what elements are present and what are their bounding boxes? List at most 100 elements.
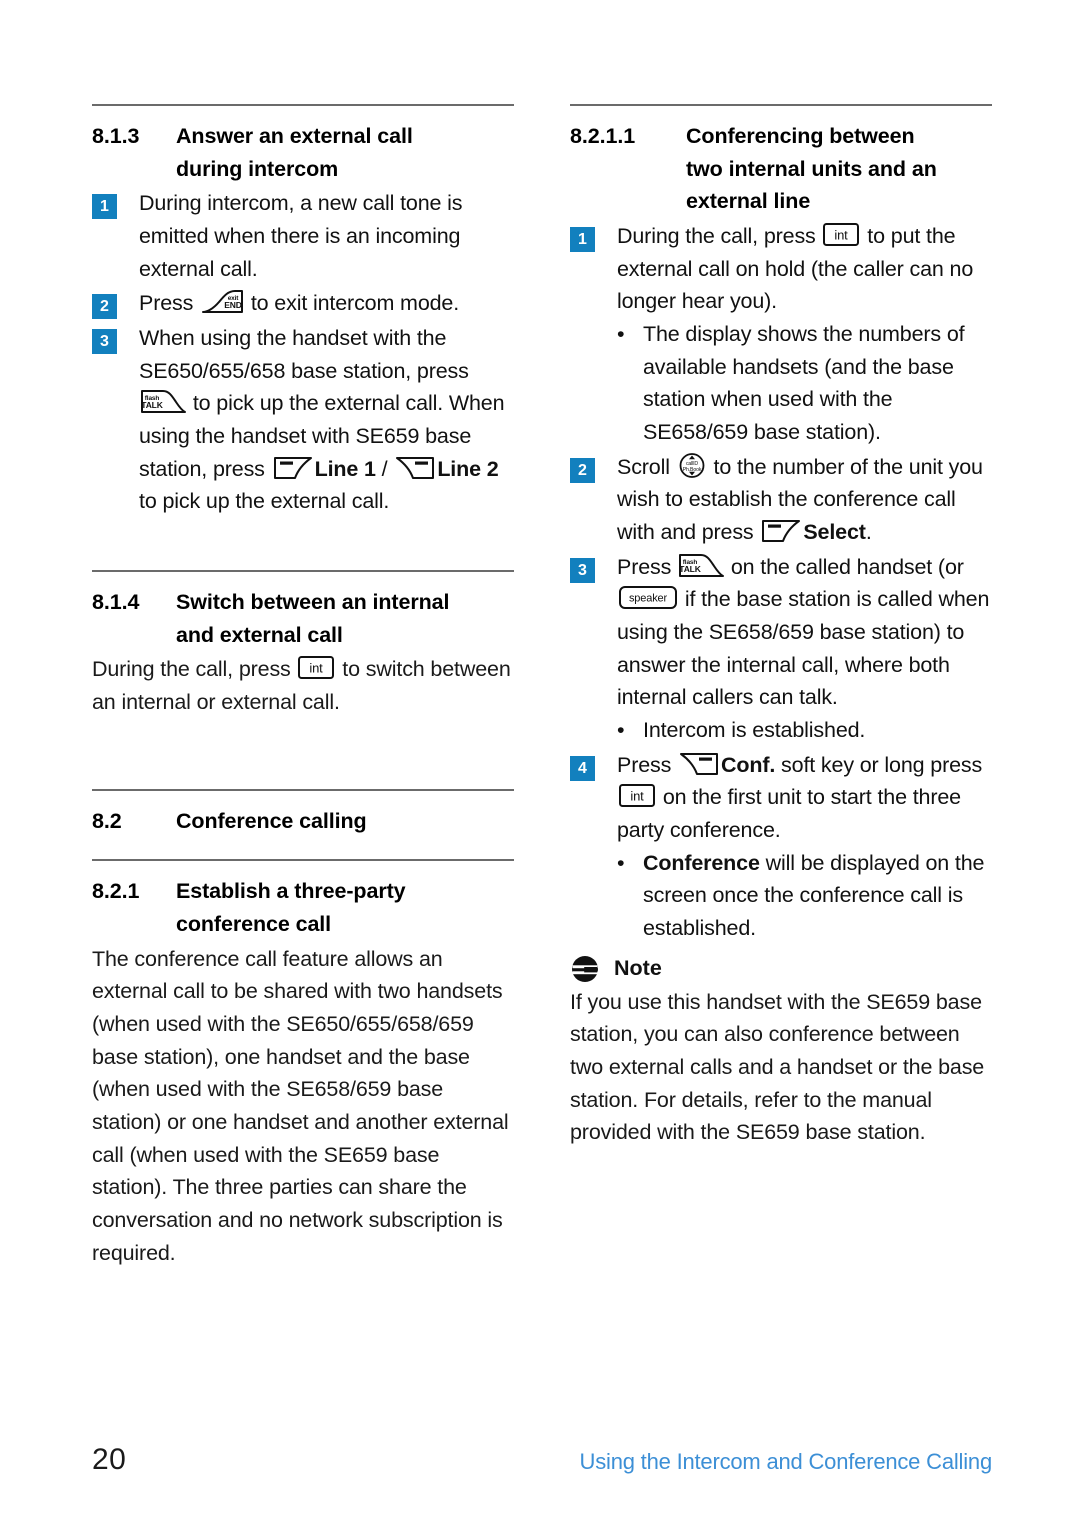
bullet-item: • Conference will be displayed on the sc…: [617, 847, 992, 945]
soft-key-label-line2: Line 2: [437, 456, 499, 481]
step-text-part-1: When using the handset with the SE650/65…: [139, 326, 469, 383]
step-text-mid: on the called handset (or: [725, 554, 964, 579]
heading-text: Answer an external call during intercom: [176, 120, 514, 185]
step-text-pre: Press: [139, 291, 200, 316]
svg-text:speaker: speaker: [629, 593, 668, 605]
step-item: 2 Scroll callID Ph.Book to the number of …: [570, 451, 992, 549]
bullet-dot: •: [617, 850, 625, 875]
heading-line-1: Establish a three-party: [176, 879, 406, 904]
step-item: 4 Press Conf. soft key or long press int…: [570, 749, 992, 847]
heading-line-1: Answer an external call: [176, 124, 413, 148]
svg-text:END: END: [224, 300, 242, 310]
int-key-icon: int: [821, 220, 861, 248]
paragraph-pre: During the call, press: [92, 657, 297, 682]
step-text-pre: Scroll: [617, 454, 676, 479]
step-text: When using the handset with the SE650/65…: [139, 322, 514, 518]
page-footer: 20 Using the Intercom and Conference Cal…: [92, 1443, 992, 1477]
section-divider: [92, 859, 514, 862]
step-item: 3 When using the handset with the SE650/…: [92, 322, 514, 518]
heading-text: Conferencing between two internal units …: [686, 120, 992, 218]
step-badge: 3: [570, 557, 595, 583]
heading-text: Switch between an internal and external …: [176, 586, 514, 651]
right-soft-key-icon: [677, 749, 721, 777]
svg-text:int: int: [630, 789, 644, 804]
right-column: 8.2.1.1 Conferencing between two interna…: [570, 104, 992, 1269]
step-text: Press exit END to exit intercom mode.: [139, 287, 514, 320]
heading-line-1: Switch between an internal: [176, 590, 450, 615]
step-badge: 3: [92, 329, 117, 355]
heading-number: 8.1.3: [92, 124, 140, 148]
step-text: Scroll callID Ph.Book to the number of th…: [617, 451, 992, 549]
heading-line-3: external line: [686, 189, 811, 214]
section-divider: [92, 104, 514, 106]
left-soft-key-icon: [271, 453, 315, 481]
heading-line-1: Conferencing between: [686, 124, 915, 148]
separator: /: [375, 456, 394, 481]
step-badge: 1: [570, 227, 595, 253]
end-call-key-icon: exit END: [199, 287, 245, 315]
heading-text: Conference calling: [176, 808, 367, 833]
step-badge: 1: [92, 194, 117, 220]
two-column-layout: 8.1.3 Answer an external call during int…: [92, 104, 992, 1269]
heading-line-2: two internal units and an: [686, 156, 937, 181]
heading-8-1-3: 8.1.3 Answer an external call during int…: [92, 120, 514, 185]
step-text: During intercom, a new call tone is emit…: [139, 191, 463, 281]
navigation-scroll-key-icon: callID Ph.Book: [676, 451, 708, 479]
page-number: 20: [92, 1443, 127, 1476]
heading-line-2: during intercom: [176, 156, 339, 181]
step-text-part-3: to pick up the external call.: [139, 489, 390, 514]
note-title: Note: [614, 956, 662, 981]
right-soft-key-icon: [393, 453, 437, 481]
svg-text:TALK: TALK: [679, 564, 701, 574]
bullet-bold-term: Conference: [643, 850, 760, 875]
heading-number: 8.2.1.1: [570, 124, 636, 148]
heading-number: 8.2: [92, 808, 122, 833]
section-divider: [92, 570, 514, 573]
soft-key-label-select: Select: [803, 520, 866, 545]
step-text: Press flash TALK on the called handset (o…: [617, 551, 992, 714]
manual-page: 8.1.3 Answer an external call during int…: [0, 0, 1080, 1525]
heading-8-2: 8.2 Conference calling: [92, 805, 514, 838]
heading-number: 8.1.4: [92, 590, 140, 615]
step-text-pre: Press: [617, 554, 678, 579]
heading-8-2-1: 8.2.1 Establish a three-party conference…: [92, 875, 514, 940]
bullet-text: Conference will be displayed on the scre…: [643, 847, 992, 945]
note-icon: [570, 954, 600, 984]
bullet-dot: •: [617, 322, 625, 347]
left-soft-key-icon: [759, 516, 803, 544]
heading-line-2: and external call: [176, 622, 343, 647]
section-divider: [92, 788, 514, 791]
bullet-dot: •: [617, 718, 625, 743]
step-text-pre: During the call, press: [617, 224, 822, 249]
soft-key-label-line1: Line 1: [314, 456, 376, 481]
step-text-mid: soft key or long press: [775, 752, 983, 777]
step-badge: 2: [92, 294, 117, 320]
step-item: 1 During intercom, a new call tone is em…: [92, 187, 514, 285]
heading-8-1-4: 8.1.4 Switch between an internal and ext…: [92, 586, 514, 651]
note-header: Note: [570, 954, 992, 984]
step-text-post: .: [865, 520, 872, 545]
talk-key-icon: flash TALK: [677, 551, 725, 579]
talk-key-icon: flash TALK: [139, 387, 187, 415]
int-key-icon: int: [296, 653, 336, 681]
step-item: 3 Press flash TALK on the called handset …: [570, 551, 992, 714]
bullet-item: • Intercom is established.: [617, 714, 992, 747]
paragraph-8-1-4: During the call, press int to switch bet…: [92, 653, 514, 718]
running-head: Using the Intercom and Conference Callin…: [579, 1449, 993, 1474]
svg-text:int: int: [310, 661, 324, 676]
speaker-key-icon: speaker: [617, 583, 679, 611]
bullet-text: The display shows the numbers of availab…: [643, 322, 965, 445]
step-text-pre: Press: [617, 752, 678, 777]
bullet-item: • The display shows the numbers of avail…: [617, 318, 992, 449]
svg-text:int: int: [835, 228, 849, 243]
soft-key-label-conf: Conf.: [721, 752, 776, 777]
paragraph-8-2-1: The conference call feature allows an ex…: [92, 946, 509, 1265]
svg-text:TALK: TALK: [141, 400, 163, 410]
section-divider: [570, 104, 992, 106]
step-text-post: to exit intercom mode.: [245, 291, 460, 316]
heading-line-2: conference call: [176, 912, 332, 937]
bullet-text: Intercom is established.: [643, 718, 866, 743]
heading-text: Establish a three-party conference call: [176, 875, 514, 940]
step-badge: 2: [570, 457, 595, 483]
heading-8-2-1-1: 8.2.1.1 Conferencing between two interna…: [570, 120, 992, 218]
